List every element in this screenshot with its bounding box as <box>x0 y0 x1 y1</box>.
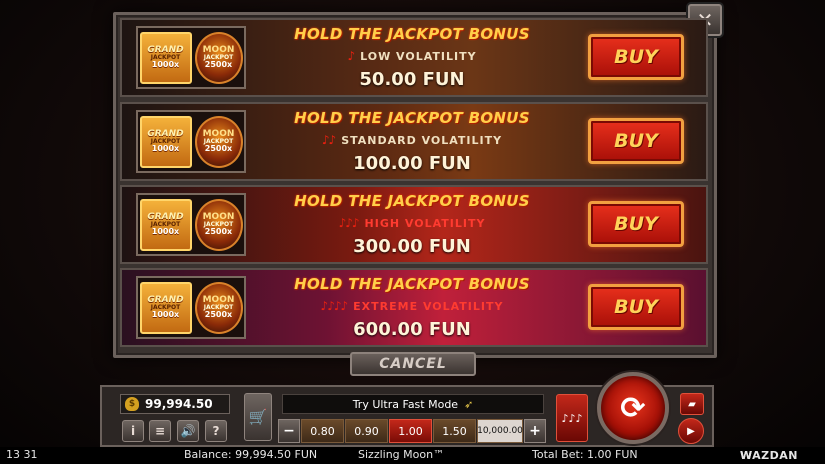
buy-button-high[interactable]: BUY <box>588 201 684 247</box>
bonus-offer-standard: GRAND JACKPOT 1000x MOON JACKPOT 2500x H… <box>120 102 708 181</box>
ultra-fast-mode-toggle[interactable]: Try Ultra Fast Mode ➶ <box>282 394 544 414</box>
rabbit-icon: ➶ <box>464 397 474 411</box>
offer-price: 600.00 FUN <box>353 319 471 340</box>
offer-title: HOLD THE JACKPOT BONUS <box>294 192 530 210</box>
info-icon[interactable]: i <box>122 420 144 442</box>
moon-jackpot-icon: MOON JACKPOT 2500x <box>194 31 243 84</box>
bonus-thumbnail: GRAND JACKPOT 1000x MOON JACKPOT 2500x <box>136 276 246 339</box>
bonus-thumbnail: GRAND JACKPOT 1000x MOON JACKPOT 2500x <box>136 26 246 89</box>
bonus-thumbnail: GRAND JACKPOT 1000x MOON JACKPOT 2500x <box>136 110 246 173</box>
grand-jackpot-icon: GRAND JACKPOT 1000x <box>139 198 192 251</box>
balance-value: 99,994.50 <box>145 397 213 411</box>
bet-selector: − 0.80 0.90 1.00 1.50 10,000.00 + <box>278 419 548 443</box>
autoplay-icon[interactable]: ▰ <box>680 393 704 415</box>
bet-option-selected[interactable]: 1.00 <box>389 419 432 443</box>
bonus-offer-extreme: GRAND JACKPOT 1000x MOON JACKPOT 2500x H… <box>120 268 708 347</box>
bonus-offer-low: GRAND JACKPOT 1000x MOON JACKPOT 2500x H… <box>120 18 708 97</box>
pepper-icon: ♪♪♪♪ <box>320 299 349 313</box>
offer-title: HOLD THE JACKPOT BONUS <box>294 109 530 127</box>
bet-option-max[interactable]: 10,000.00 <box>477 419 523 443</box>
offer-price: 50.00 FUN <box>359 69 465 90</box>
bonus-offer-high: GRAND JACKPOT 1000x MOON JACKPOT 2500x H… <box>120 185 708 264</box>
clock: 13 31 <box>6 448 38 461</box>
offer-price: 100.00 FUN <box>353 153 471 174</box>
volatility-label: ♪ LOW VOLATILITY <box>347 49 477 63</box>
bet-increase-button[interactable]: + <box>524 419 546 443</box>
cart-icon[interactable]: 🛒 <box>244 393 272 441</box>
menu-icon[interactable]: ≡ <box>149 420 171 442</box>
money-bag-icon: $ <box>125 397 139 411</box>
cancel-button[interactable]: CANCEL <box>350 352 476 376</box>
sound-icon[interactable]: 🔊 <box>177 420 199 442</box>
moon-jackpot-icon: MOON JACKPOT 2500x <box>194 115 243 168</box>
volatility-button[interactable]: ♪♪♪ <box>556 394 588 442</box>
volatility-label: ♪♪ STANDARD VOLATILITY <box>321 133 503 147</box>
moon-jackpot-icon: MOON JACKPOT 2500x <box>194 198 243 251</box>
offer-price: 300.00 FUN <box>353 236 471 257</box>
play-icon[interactable]: ▶ <box>678 418 704 444</box>
status-total-bet: Total Bet: 1.00 FUN <box>532 448 638 461</box>
pepper-icon: ♪ <box>347 49 355 63</box>
buy-button-low[interactable]: BUY <box>588 34 684 80</box>
volatility-label: ♪♪♪ HIGH VOLATILITY <box>338 216 486 230</box>
game-title: Sizzling Moon™ <box>358 448 445 461</box>
pepper-icon: ♪♪♪ <box>338 216 360 230</box>
bet-decrease-button[interactable]: − <box>278 419 300 443</box>
grand-jackpot-icon: GRAND JACKPOT 1000x <box>139 31 192 84</box>
volatility-label: ♪♪♪♪ EXTREME VOLATILITY <box>320 299 504 313</box>
buy-button-standard[interactable]: BUY <box>588 118 684 164</box>
balance-display: $ 99,994.50 <box>120 394 230 414</box>
bonus-thumbnail: GRAND JACKPOT 1000x MOON JACKPOT 2500x <box>136 193 246 256</box>
bet-option[interactable]: 1.50 <box>433 419 476 443</box>
offer-title: HOLD THE JACKPOT BONUS <box>294 275 530 293</box>
help-icon[interactable]: ? <box>205 420 227 442</box>
status-balance: Balance: 99,994.50 FUN <box>184 448 318 461</box>
buy-button-extreme[interactable]: BUY <box>588 284 684 330</box>
status-bar: 13 31 Balance: 99,994.50 FUN Sizzling Mo… <box>0 447 825 464</box>
refresh-icon: ⟳ <box>620 390 646 426</box>
moon-jackpot-icon: MOON JACKPOT 2500x <box>194 281 243 334</box>
spin-button[interactable]: ⟳ <box>597 372 669 444</box>
bet-option[interactable]: 0.80 <box>301 419 344 443</box>
offer-title: HOLD THE JACKPOT BONUS <box>294 25 530 43</box>
grand-jackpot-icon: GRAND JACKPOT 1000x <box>139 115 192 168</box>
pepper-icon: ♪♪ <box>321 133 336 147</box>
grand-jackpot-icon: GRAND JACKPOT 1000x <box>139 281 192 334</box>
bet-option[interactable]: 0.90 <box>345 419 388 443</box>
